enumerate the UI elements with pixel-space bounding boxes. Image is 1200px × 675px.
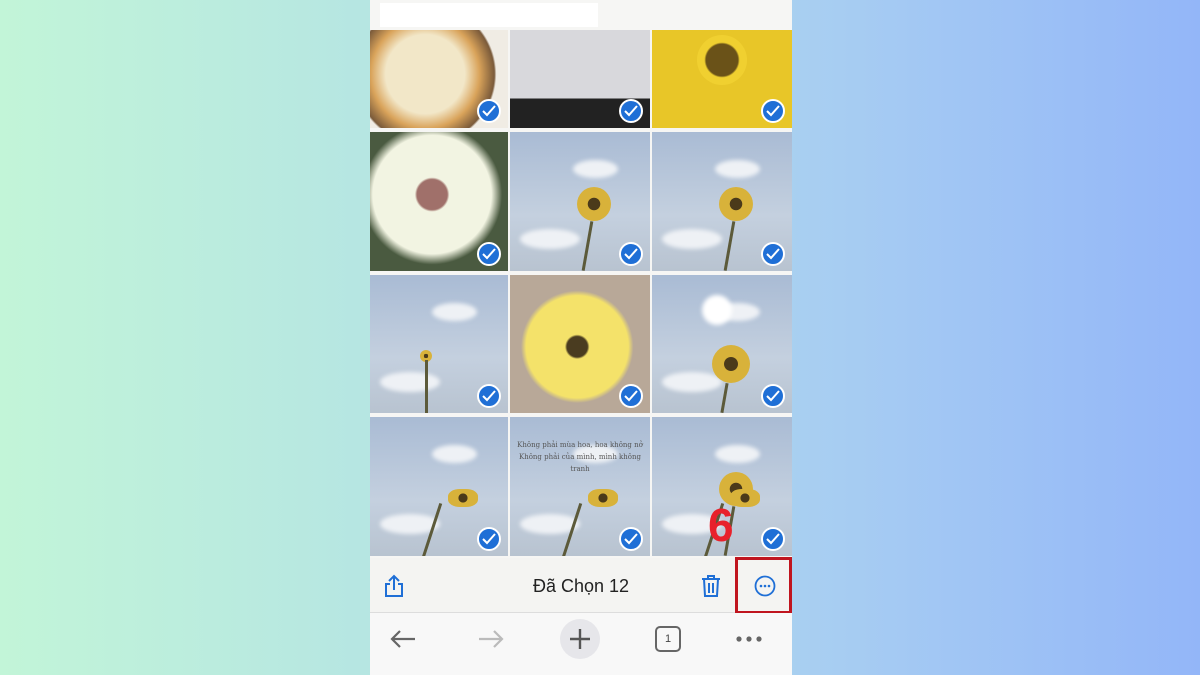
highlight-box	[735, 557, 792, 614]
photo-caption: Không phải mùa hoa, hoa không nở Không ph…	[517, 441, 643, 473]
checkmark-icon[interactable]	[477, 384, 501, 408]
photo-tile[interactable]	[370, 132, 508, 271]
step-number: 6	[708, 499, 734, 551]
photo-tile[interactable]	[652, 30, 792, 128]
arrow-right-icon[interactable]	[476, 627, 506, 651]
photo-tile[interactable]	[510, 275, 650, 413]
top-text-bar	[380, 3, 598, 27]
photo-tile[interactable]	[510, 132, 650, 271]
tab-count-button[interactable]: 1	[655, 626, 681, 652]
trash-icon[interactable]	[698, 572, 724, 600]
photo-tile[interactable]	[370, 30, 508, 128]
checkmark-icon[interactable]	[761, 384, 785, 408]
selection-count-title: Đã Chọn 12	[532, 576, 630, 596]
checkmark-icon[interactable]	[619, 384, 643, 408]
photo-tile[interactable]	[510, 30, 650, 128]
checkmark-icon[interactable]	[619, 242, 643, 266]
checkmark-icon[interactable]	[761, 527, 785, 551]
photo-tile[interactable]	[652, 275, 792, 413]
photo-tile[interactable]	[652, 132, 792, 271]
checkmark-icon[interactable]	[619, 99, 643, 123]
photo-tile[interactable]	[370, 417, 508, 556]
selection-toolbar: Đã Chọn 12	[370, 558, 792, 613]
checkmark-icon[interactable]	[761, 242, 785, 266]
checkmark-icon[interactable]	[477, 242, 501, 266]
checkmark-icon[interactable]	[477, 99, 501, 123]
photo-tile[interactable]	[370, 275, 508, 413]
checkmark-icon[interactable]	[761, 99, 785, 123]
photo-tile[interactable]: Không phải mùa hoa, hoa không nở Không ph…	[510, 417, 650, 556]
checkmark-icon[interactable]	[477, 527, 501, 551]
more-dots-icon[interactable]	[734, 629, 764, 649]
phone-screen: Không phải mùa hoa, hoa không nở Không ph…	[370, 0, 792, 675]
arrow-left-icon[interactable]	[388, 627, 418, 651]
checkmark-icon[interactable]	[619, 527, 643, 551]
browser-nav-bar: 1	[370, 613, 792, 675]
plus-icon[interactable]	[560, 619, 600, 659]
